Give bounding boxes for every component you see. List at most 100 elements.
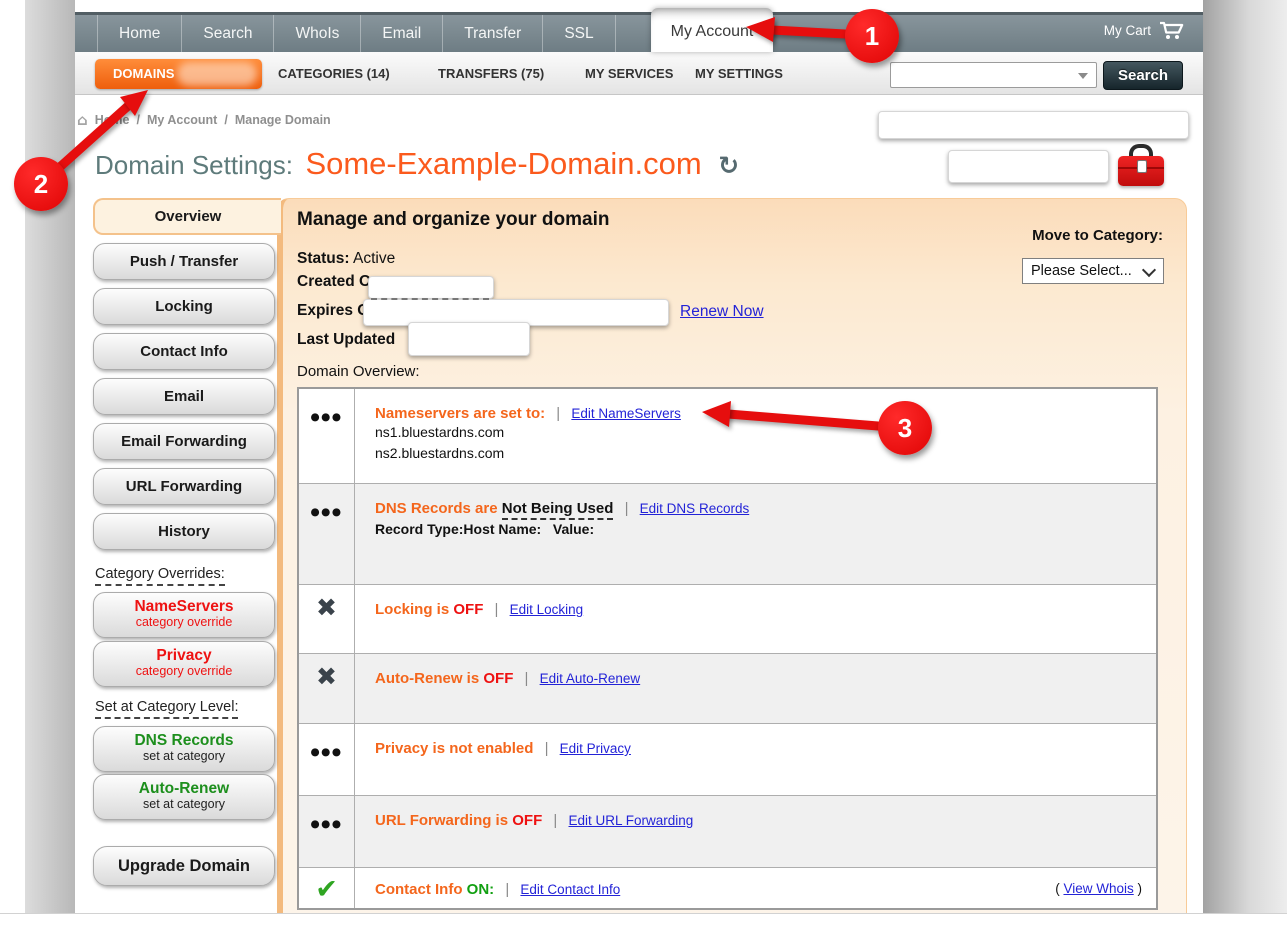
screenshot-root: Home Search WhoIs Email Transfer SSL My … [0, 0, 1287, 931]
renew-now-link[interactable]: Renew Now [680, 303, 764, 321]
nav-tab-search[interactable]: Search [182, 15, 274, 52]
edit-auto-renew-link[interactable]: Edit Auto-Renew [540, 671, 641, 686]
edit-locking-link[interactable]: Edit Locking [510, 602, 584, 617]
override-subtitle: category override [94, 615, 274, 629]
row-title: Auto-Renew is [375, 670, 479, 687]
nav-tab-email[interactable]: Email [361, 15, 443, 52]
nav-tab-my-account[interactable]: My Account [651, 8, 773, 52]
nav-tab-transfer[interactable]: Transfer [443, 15, 543, 52]
row-status-off: OFF [483, 670, 513, 687]
ellipsis-icon: ●●● [311, 411, 343, 423]
category-title: DNS Records [94, 732, 274, 749]
sidebar-item-email[interactable]: Email [93, 378, 275, 415]
redacted-domain-tools-box [948, 150, 1109, 183]
edit-contact-info-link[interactable]: Edit Contact Info [520, 882, 620, 897]
category-title: Auto-Renew [94, 780, 274, 797]
paren-close: ) [1134, 881, 1142, 896]
x-icon: ✖ [316, 662, 337, 691]
my-cart-button[interactable]: My Cart [1104, 21, 1185, 40]
dns-record-columns: Record Type:Host Name: Value: [375, 521, 1144, 537]
top-navigation-bar: Home Search WhoIs Email Transfer SSL My … [75, 12, 1203, 52]
row-contact-info: ✔ Contact Info ON: | Edit Contact Info (… [299, 868, 1156, 908]
edit-url-forwarding-link[interactable]: Edit URL Forwarding [569, 813, 694, 828]
updated-label: Last Updated [297, 331, 395, 348]
category-select[interactable]: Please Select... [1022, 258, 1164, 284]
sidebar-item-dns-records-category[interactable]: DNS Records set at category [93, 726, 275, 772]
x-icon: ✖ [316, 593, 337, 622]
nav-tab-ssl[interactable]: SSL [543, 15, 615, 52]
nav-tab-whois[interactable]: WhoIs [274, 15, 361, 52]
check-icon: ✔ [315, 874, 338, 905]
sidebar-item-contact-info[interactable]: Contact Info [93, 333, 275, 370]
chevron-down-icon [1078, 73, 1088, 79]
subnav-item-domains[interactable]: DOMAINS [95, 59, 262, 89]
redacted-account-info-box [878, 111, 1189, 139]
sidebar-item-auto-renew-category[interactable]: Auto-Renew set at category [93, 774, 275, 820]
row-nameservers: ●●● Nameservers are set to: | Edit NameS… [299, 389, 1156, 484]
domain-search-combobox[interactable] [890, 62, 1097, 88]
sidebar-item-overview[interactable]: Overview [93, 198, 281, 235]
breadcrumb-separator: / [224, 113, 227, 127]
status-label: Status: [297, 250, 350, 267]
override-title: NameServers [94, 598, 274, 615]
subnav-item-my-settings[interactable]: MY SETTINGS [695, 52, 783, 95]
breadcrumb-home[interactable]: Home [95, 113, 130, 127]
refresh-icon[interactable]: ↻ [718, 151, 739, 180]
home-icon: ⌂ [77, 111, 88, 129]
edit-privacy-link[interactable]: Edit Privacy [560, 741, 631, 756]
subnav-item-transfers[interactable]: TRANSFERS (75) [438, 52, 544, 95]
nav-tab-home[interactable]: Home [97, 15, 182, 52]
separator: | [545, 740, 549, 757]
domain-search-input[interactable] [893, 64, 1077, 86]
redacted-created-date [368, 276, 494, 299]
row-privacy: ●●● Privacy is not enabled | Edit Privac… [299, 724, 1156, 796]
row-status-off: OFF [512, 812, 542, 829]
row-status-on: ON: [467, 881, 495, 898]
sidebar-item-history[interactable]: History [93, 513, 275, 550]
category-overrides-heading-text: Category Overrides: [95, 566, 225, 586]
separator: | [495, 601, 499, 618]
sidebar-item-email-forwarding[interactable]: Email Forwarding [93, 423, 275, 460]
redacted-updated-date [408, 322, 530, 356]
top-nav-tabs: Home Search WhoIs Email Transfer SSL [97, 15, 616, 52]
set-at-category-heading: Set at Category Level: [95, 699, 238, 715]
edit-nameservers-link[interactable]: Edit NameServers [571, 406, 681, 421]
row-title: Contact Info [375, 881, 463, 898]
ellipsis-icon: ●●● [311, 746, 343, 758]
override-title: Privacy [94, 647, 274, 664]
view-whois-link[interactable]: View Whois [1063, 881, 1133, 896]
category-subtitle: set at category [94, 797, 274, 811]
row-icon-cell: ●●● [299, 389, 355, 483]
toolbox-icon[interactable] [1118, 144, 1164, 188]
move-to-category-label: Move to Category: [1005, 227, 1163, 244]
sidebar-item-locking[interactable]: Locking [93, 288, 275, 325]
sidebar-item-url-forwarding[interactable]: URL Forwarding [93, 468, 275, 505]
row-icon-cell: ●●● [299, 724, 355, 795]
row-url-forwarding: ●●● URL Forwarding is OFF | Edit URL For… [299, 796, 1156, 868]
domain-overview-table: ●●● Nameservers are set to: | Edit NameS… [297, 387, 1158, 910]
row-title: DNS Records are [375, 500, 498, 517]
upgrade-domain-button[interactable]: Upgrade Domain [93, 846, 275, 886]
nameserver-2: ns2.bluestardns.com [375, 443, 1144, 464]
sidebar-item-push-transfer[interactable]: Push / Transfer [93, 243, 275, 280]
toolbox-latch [1137, 160, 1147, 173]
subnav-item-my-services[interactable]: MY SERVICES [585, 52, 673, 95]
edit-dns-records-link[interactable]: Edit DNS Records [640, 501, 750, 516]
category-select-value: Please Select... [1031, 263, 1132, 279]
left-gutter [25, 0, 76, 913]
search-button[interactable]: Search [1103, 61, 1183, 90]
page-bottom-edge [0, 913, 1287, 914]
section-heading: Manage and organize your domain [297, 209, 610, 231]
sidebar-item-nameservers-override[interactable]: NameServers category override [93, 592, 275, 638]
row-title: URL Forwarding is [375, 812, 508, 829]
separator: | [553, 812, 557, 829]
annotation-badge-1: 1 [845, 9, 899, 63]
set-at-category-heading-text: Set at Category Level: [95, 699, 238, 719]
breadcrumb-my-account[interactable]: My Account [147, 113, 217, 127]
row-title: Locking is [375, 601, 449, 618]
subnav-item-categories[interactable]: CATEGORIES (14) [278, 52, 390, 95]
site-page: Home Search WhoIs Email Transfer SSL My … [75, 0, 1203, 913]
sidebar-item-privacy-override[interactable]: Privacy category override [93, 641, 275, 687]
ellipsis-icon: ●●● [311, 818, 343, 830]
row-locking: ✖ Locking is OFF | Edit Locking [299, 585, 1156, 654]
